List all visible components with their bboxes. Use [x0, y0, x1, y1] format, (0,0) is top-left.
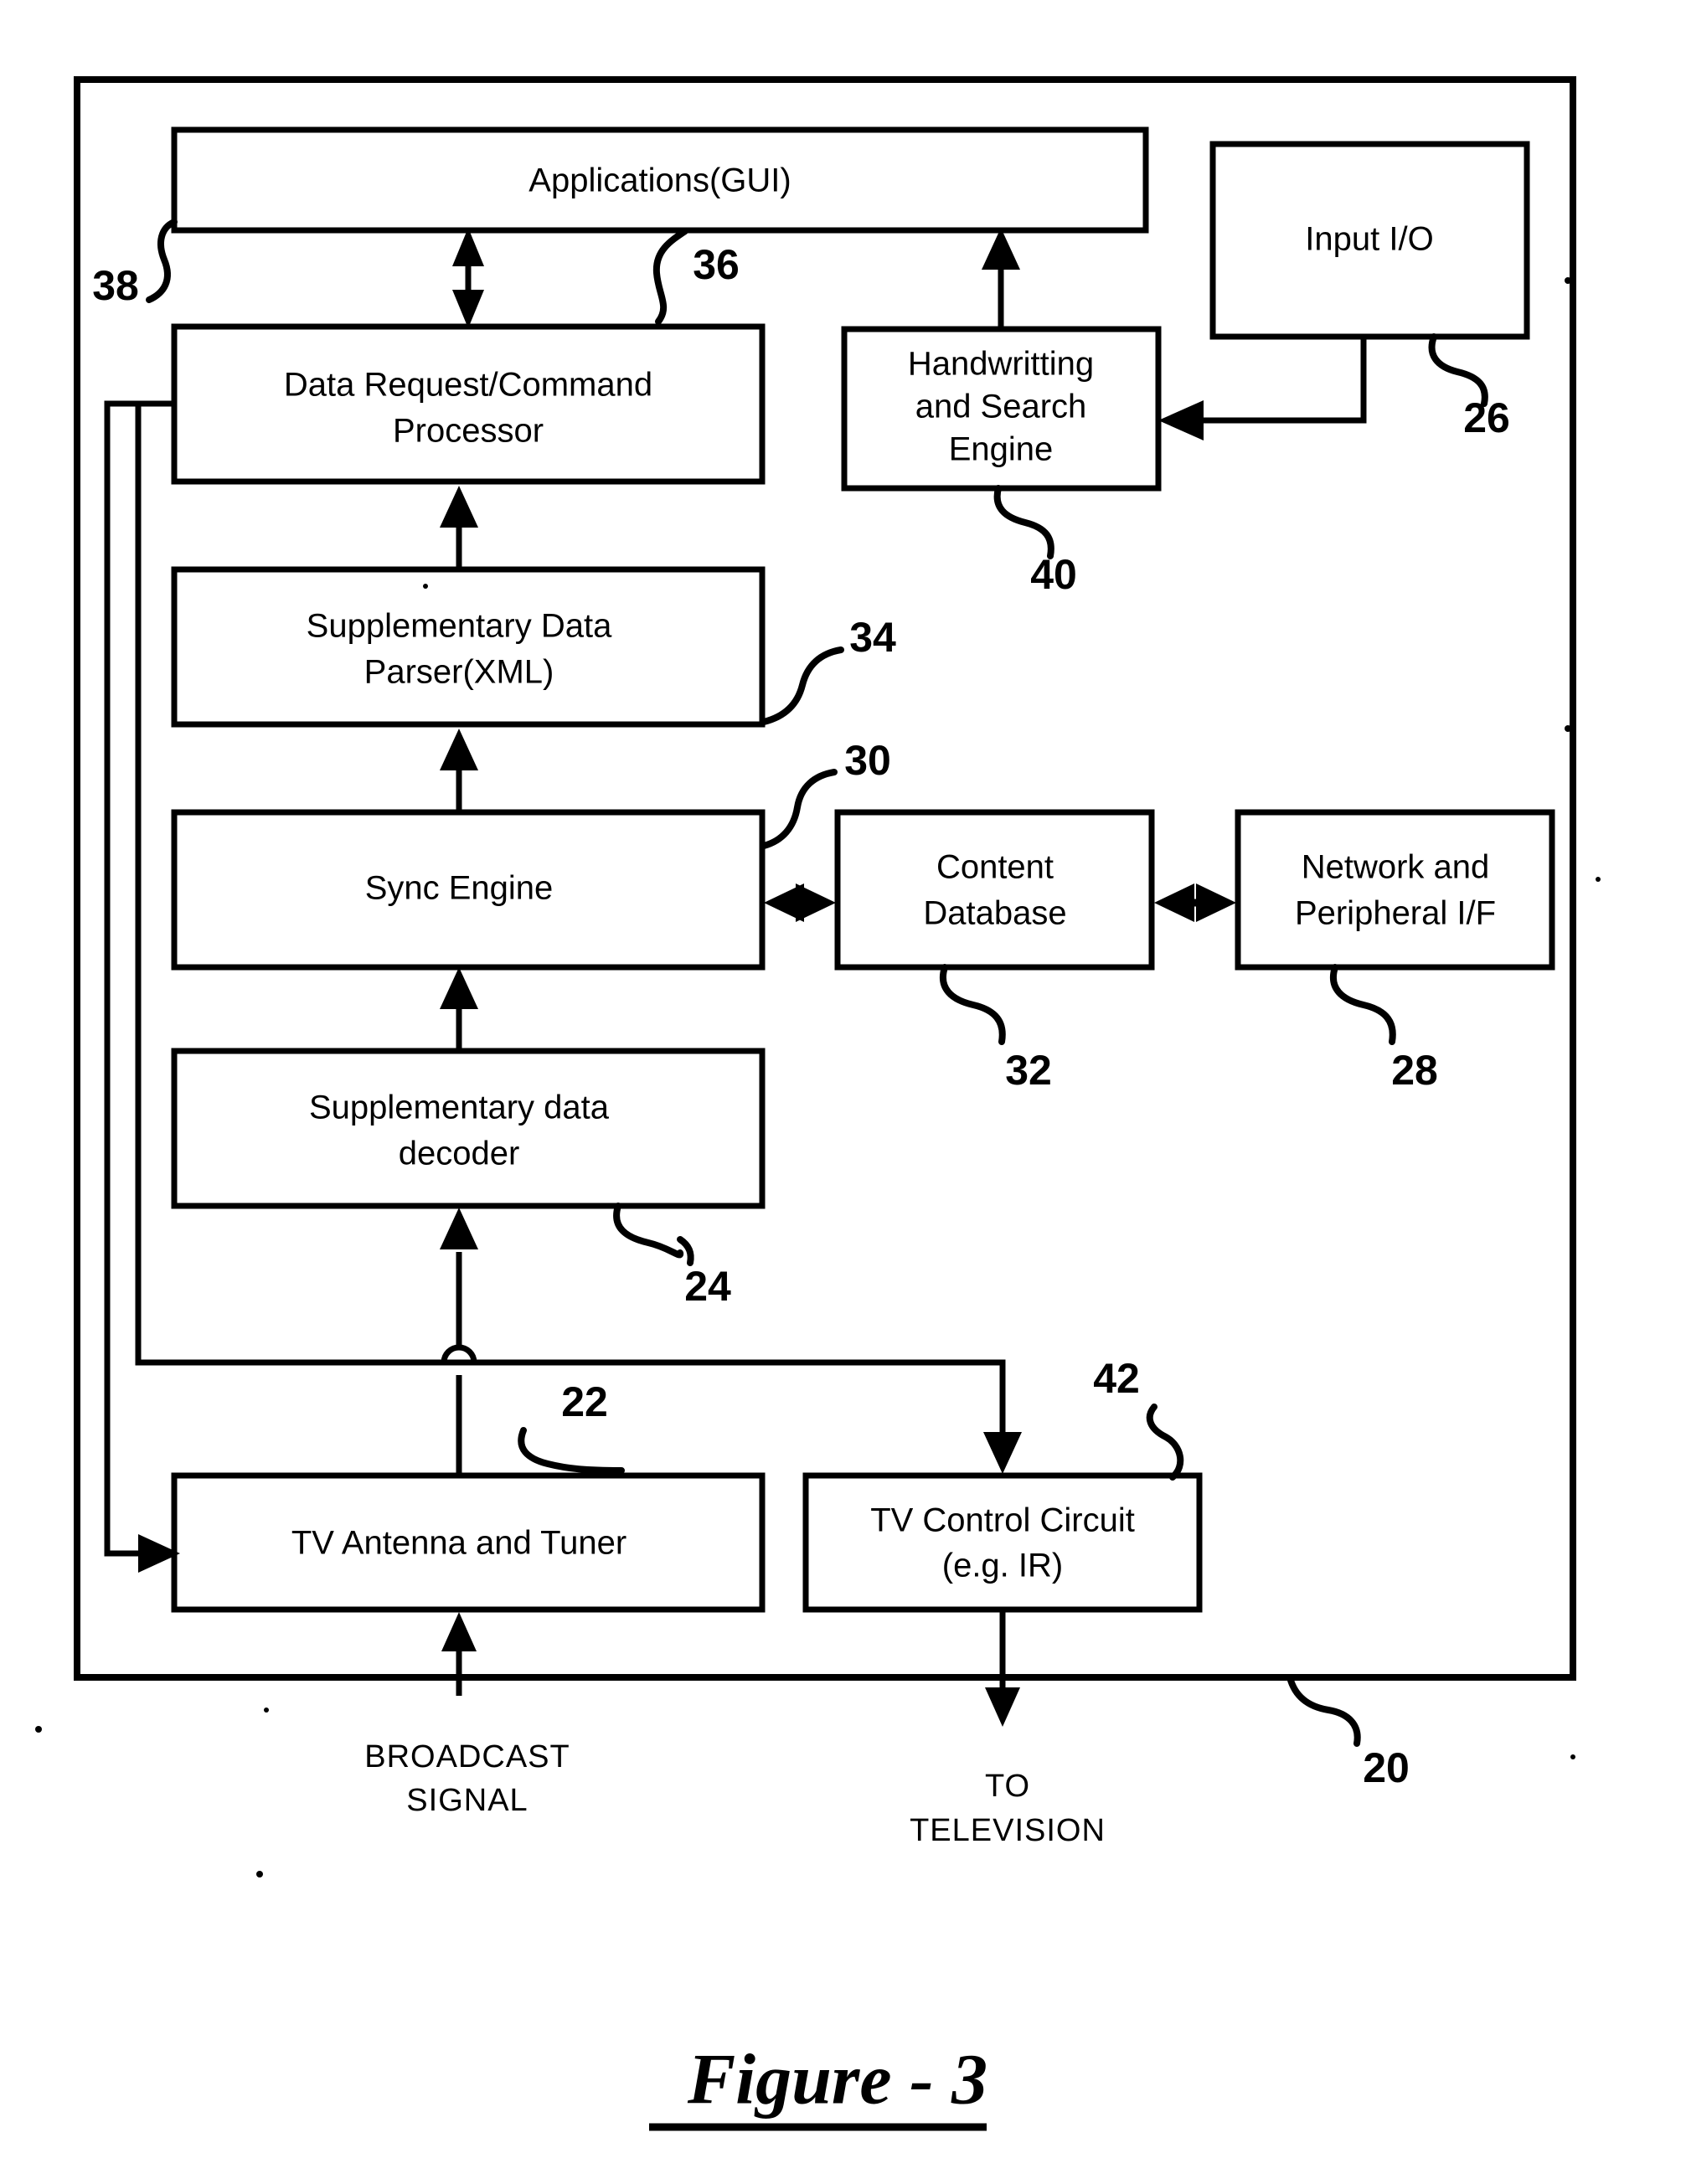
- block-data-request-command-processor: Data Request/Command Processor: [171, 323, 766, 485]
- block-label-drcp-line2: Processor: [393, 413, 544, 450]
- connector-hse-to-applications: [982, 228, 1020, 329]
- figure-caption: Figure - 3: [649, 2039, 987, 2131]
- ref-numeral-30: 30: [844, 737, 891, 784]
- connector-tuner-to-sdd: [440, 1208, 478, 1474]
- ref-numeral-28: 28: [1391, 1047, 1438, 1094]
- leader-34: [761, 646, 844, 725]
- block-input-io: Input I/O: [1209, 141, 1530, 340]
- block-label-npif-line1: Network and: [1302, 849, 1490, 886]
- block-label-sdd-line2: decoder: [399, 1136, 520, 1172]
- block-label-sync-engine: Sync Engine: [365, 870, 554, 907]
- connector-drcp-to-tuner-feedback: [104, 400, 180, 1573]
- connector-sync-to-content-database: [764, 883, 836, 922]
- to-television-line2: TELEVISION: [910, 1813, 1106, 1848]
- block-handwriting-search-engine: Handwritting and Search Engine: [841, 326, 1162, 492]
- patent-figure-sheet: Applications(GUI) Input I/O Data Request…: [0, 0, 1686, 2184]
- scan-speck: [264, 1708, 269, 1713]
- block-label-cdb-line2: Database: [923, 895, 1066, 932]
- scan-speck: [256, 1871, 263, 1878]
- block-label-sdp-line1: Supplementary Data: [307, 608, 612, 645]
- block-label-sdp-line2: Parser(XML): [364, 654, 554, 691]
- leader-38: [146, 219, 178, 303]
- scan-speck: [1596, 877, 1601, 882]
- block-tv-antenna-tuner: TV Antenna and Tuner: [171, 1472, 766, 1613]
- figure-caption-text: Figure - 3: [687, 2039, 987, 2120]
- ref-numeral-22: 22: [561, 1378, 608, 1425]
- io-label-to-television: TO TELEVISION: [910, 1769, 1106, 1848]
- leader-22: [518, 1427, 625, 1474]
- ref-numeral-20: 20: [1363, 1744, 1410, 1791]
- block-network-peripheral-if: Network and Peripheral I/F: [1235, 809, 1555, 971]
- leader-42: [1146, 1404, 1184, 1481]
- block-tv-control-circuit: TV Control Circuit (e.g. IR): [802, 1472, 1203, 1613]
- leader-36: [652, 228, 688, 325]
- ref-numeral-42: 42: [1093, 1355, 1140, 1402]
- connector-content-database-to-npif: [1154, 883, 1236, 922]
- block-label-hse-line3: Engine: [949, 431, 1054, 468]
- leader-26: [1428, 333, 1488, 407]
- figure-3-block-diagram: Applications(GUI) Input I/O Data Request…: [35, 76, 1601, 2131]
- block-content-database: Content Database: [834, 809, 1155, 971]
- broadcast-signal-line1: BROADCAST: [364, 1739, 570, 1774]
- block-label-tvcc-line2: (e.g. IR): [942, 1548, 1063, 1584]
- leader-20: [1286, 1674, 1361, 1747]
- block-supplementary-data-decoder: Supplementary data decoder: [171, 1048, 766, 1209]
- ref-numeral-26: 26: [1463, 394, 1510, 441]
- ref-numeral-38: 38: [92, 262, 139, 309]
- scan-speck: [1570, 1754, 1575, 1759]
- connector-sync-to-sdp: [440, 729, 478, 811]
- block-label-npif-line2: Peripheral I/F: [1295, 895, 1496, 932]
- block-label-tvcc-line1: TV Control Circuit: [870, 1502, 1135, 1539]
- scan-speck: [1565, 277, 1571, 284]
- block-label-hse-line2: and Search: [915, 389, 1087, 425]
- block-label-tv-antenna-tuner: TV Antenna and Tuner: [291, 1525, 626, 1562]
- leader-24: [613, 1203, 684, 1259]
- connector-sdp-to-drcp: [440, 486, 478, 568]
- block-applications-gui: Applications(GUI): [171, 126, 1149, 234]
- ref-numeral-34: 34: [849, 614, 896, 661]
- block-supplementary-data-parser: Supplementary Data Parser(XML): [171, 566, 766, 728]
- scan-speck: [423, 584, 428, 589]
- scan-speck: [1565, 725, 1571, 732]
- block-label-cdb-line1: Content: [936, 849, 1054, 886]
- block-sync-engine: Sync Engine: [171, 809, 766, 971]
- block-label-applications-gui: Applications(GUI): [528, 162, 791, 199]
- block-label-input-io: Input I/O: [1305, 221, 1433, 258]
- broadcast-signal-line2: SIGNAL: [406, 1783, 528, 1818]
- leader-40: [993, 485, 1054, 559]
- block-label-hse-line1: Handwritting: [908, 346, 1094, 383]
- block-label-sdd-line1: Supplementary data: [309, 1089, 610, 1126]
- connector-input-io-to-hse: [1158, 337, 1367, 440]
- leader-30: [761, 769, 838, 849]
- to-television-line1: TO: [985, 1769, 1030, 1804]
- io-label-broadcast-signal: BROADCAST SIGNAL: [364, 1739, 570, 1818]
- scan-speck: [35, 1726, 42, 1733]
- leader-32: [940, 964, 1006, 1045]
- ref-numeral-36: 36: [693, 241, 740, 288]
- block-label-drcp-line1: Data Request/Command: [284, 367, 652, 404]
- connector-sdd-to-sync: [440, 967, 478, 1049]
- ref-numeral-40: 40: [1030, 551, 1077, 598]
- connector-broadcast-signal-input: [441, 1612, 477, 1696]
- connector-applications-to-drcp: [452, 228, 484, 328]
- leader-28: [1330, 964, 1396, 1045]
- ref-numeral-32: 32: [1005, 1047, 1052, 1094]
- connector-to-television-output: [985, 1610, 1020, 1727]
- ref-numeral-24: 24: [684, 1263, 731, 1310]
